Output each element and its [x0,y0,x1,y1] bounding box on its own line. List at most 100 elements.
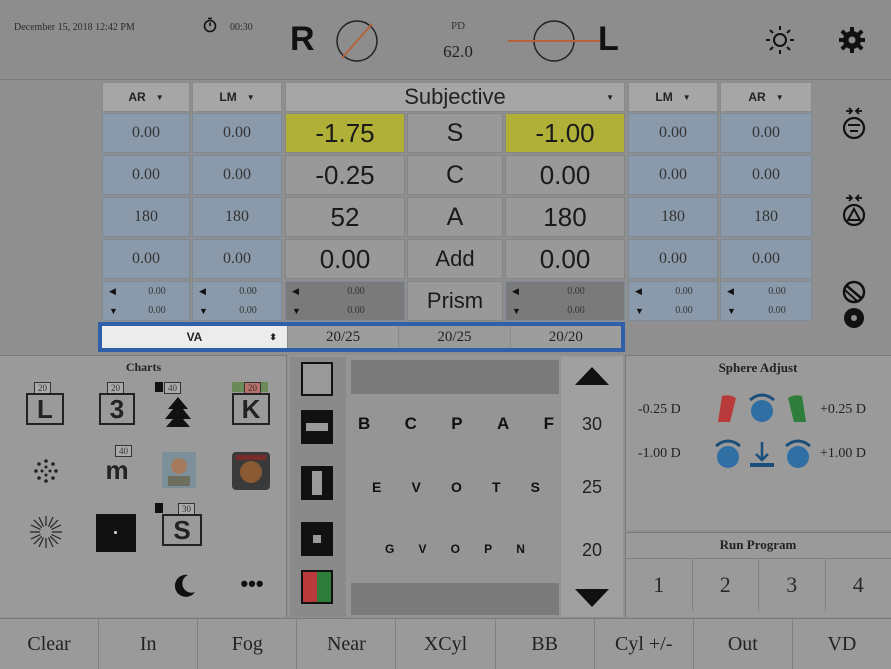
prism-h-value: 0.00 [675,286,693,297]
gear-icon[interactable] [838,26,866,54]
right-eye-occluder-icon[interactable] [334,18,380,64]
rotary-prism-icon[interactable] [836,103,872,143]
right-lm-cylinder: 0.00 [628,155,718,195]
left-eye-cylinder[interactable]: 0.00 [505,155,625,195]
filter-single-button[interactable] [301,522,333,556]
optotype-letter: P [451,414,463,433]
filter-vertical-button[interactable] [301,466,333,500]
left-eye-prism[interactable]: ◀ 0.00 ▼ 0.00 [505,281,625,321]
left-eye-add[interactable]: 0.00 [505,239,625,279]
tree-icon[interactable] [160,395,196,431]
eye-minus-icon[interactable] [712,438,744,470]
chart-letter-l[interactable]: L [26,393,64,425]
scroll-down-icon[interactable] [573,587,611,609]
va-binocular[interactable]: 20/25 [398,326,510,348]
right-ar-dropdown[interactable]: AR ▼ [720,82,812,112]
axis-label[interactable]: A [407,197,503,237]
add-label[interactable]: Add [407,239,503,279]
right-eye-cylinder[interactable]: -0.25 [285,155,405,195]
picture-chart-icon[interactable] [162,452,196,488]
subjective-dropdown[interactable]: Subjective ▼ [285,82,625,112]
program-3-button[interactable]: 3 [759,559,826,611]
filter-slit [313,535,321,543]
program-4-button[interactable]: 4 [826,559,891,611]
cyl-plus-minus-button[interactable]: Cyl +/- [595,619,694,669]
program-1-button[interactable]: 1 [626,559,693,611]
va-scale-30[interactable]: 30 [566,414,618,435]
left-lm-dropdown[interactable]: LM ▼ [192,82,282,112]
chevron-down-icon: ▼ [775,92,784,102]
prism-label[interactable]: Prism [407,281,503,321]
arrow-left-icon: ◀ [292,286,299,296]
xcyl-button[interactable]: XCyl [396,619,496,669]
clear-button[interactable]: Clear [0,619,100,669]
moon-icon[interactable] [170,572,198,600]
chart-badge: 40 [164,382,181,394]
sun-icon[interactable] [764,24,796,56]
chart-letter-s[interactable]: S [162,514,202,546]
chevron-down-icon: ▼ [682,92,691,102]
filter-blank-button[interactable] [301,362,333,396]
video-chart-icon[interactable] [232,452,270,490]
right-ar-cylinder: 0.00 [720,155,812,195]
stopwatch-icon [203,17,217,33]
chart-letter-m[interactable]: m [102,456,132,486]
optotype-row-25[interactable]: E V O T S [372,479,540,495]
cylinder-label[interactable]: C [407,155,503,195]
near-button[interactable]: Near [297,619,397,669]
chart-letter-k-label: K [241,394,261,424]
va-right-eye[interactable]: 20/25 [286,326,398,348]
va-left-eye[interactable]: 20/20 [509,326,621,348]
right-eye-axis[interactable]: 52 [285,197,405,237]
bb-button[interactable]: BB [496,619,595,669]
prism-v-value: 0.00 [239,305,257,316]
pd-value[interactable]: 62.0 [432,42,484,62]
left-eye-axis[interactable]: 180 [505,197,625,237]
in-button[interactable]: In [99,619,199,669]
right-eye-prism[interactable]: ◀ 0.00 ▼ 0.00 [285,281,405,321]
left-eye-label[interactable]: L [598,20,619,59]
vd-button[interactable]: VD [793,619,891,669]
eye-open-icon[interactable] [746,392,778,424]
optotype-letter: O [450,479,462,495]
va-scale-20[interactable]: 20 [566,540,618,561]
dark-dot-chart[interactable] [96,514,136,552]
scroll-up-icon[interactable] [573,365,611,387]
red-green-filter-button[interactable] [301,570,333,604]
eye-plus-icon[interactable] [782,438,814,470]
more-icon[interactable]: ••• [235,573,269,598]
left-ar-label: AR [128,90,146,104]
cross-cylinder-icon[interactable] [836,190,872,230]
right-eye-label[interactable]: R [290,20,315,59]
left-ar-dropdown[interactable]: AR ▼ [102,82,190,112]
tile-marker [155,382,163,392]
chart-number-3[interactable]: 3 [99,393,135,425]
filter-horizontal-button[interactable] [301,410,333,444]
right-lm-dropdown[interactable]: LM ▼ [628,82,718,112]
right-eye-sphere[interactable]: -1.75 [285,113,405,153]
left-eye-sphere[interactable]: -1.00 [505,113,625,153]
optotype-row-20[interactable]: G V O P N [385,542,525,556]
va-scale-25[interactable]: 25 [566,477,618,498]
chevron-down-icon: ▼ [606,92,614,102]
red-half [303,572,317,602]
left-eye-lens-icon[interactable] [508,18,600,64]
va-selector[interactable]: VA ⬍ [102,326,287,348]
right-eye-add[interactable]: 0.00 [285,239,405,279]
chart-letter-k[interactable]: K [232,393,270,425]
arrow-left-icon: ◀ [512,286,519,296]
focus-target-icon[interactable] [746,438,778,470]
out-button[interactable]: Out [694,619,793,669]
chart-letter-s-label: S [173,515,191,545]
program-2-button[interactable]: 2 [693,559,759,611]
optotype-row-30[interactable]: B C P A F [358,414,554,434]
sphere-minus-025-label: -0.25 D [638,402,681,417]
sphere-label[interactable]: S [407,113,503,153]
dot-pattern-icon[interactable] [30,455,62,487]
datetime: December 15, 2018 12:42 PM [14,22,135,33]
green-lens-plus-icon[interactable] [784,392,812,424]
occluder-pinhole-icon[interactable] [840,280,868,332]
fog-button[interactable]: Fog [198,619,298,669]
red-lens-minus-icon[interactable] [712,392,740,424]
starburst-icon[interactable] [28,514,64,550]
